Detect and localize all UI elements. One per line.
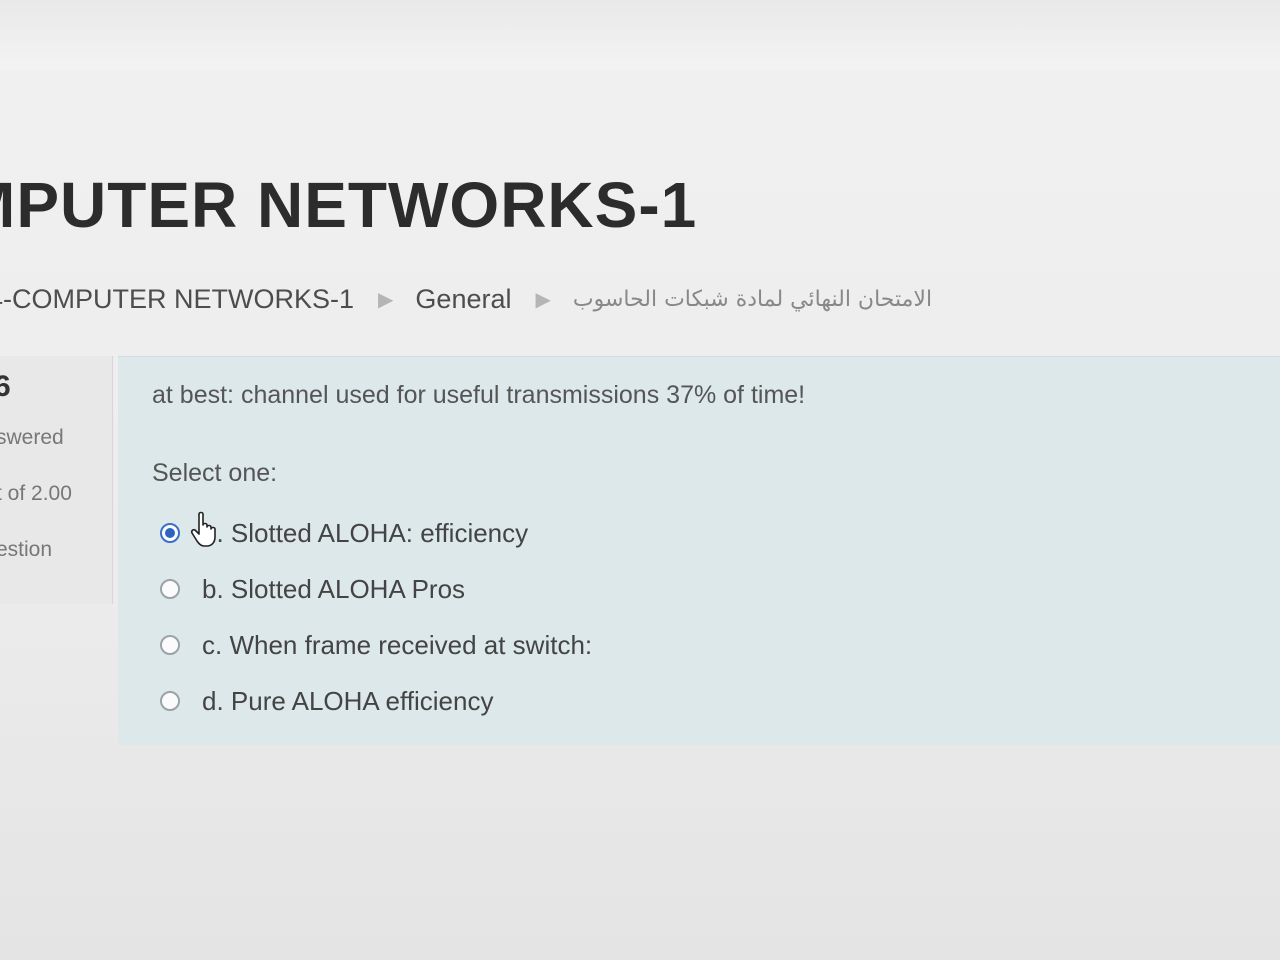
question-info-panel: 6 swered t of 2.00 estion — [0, 356, 113, 604]
breadcrumb-separator-icon: ▶ — [378, 289, 394, 311]
flag-question-link[interactable]: estion — [0, 538, 52, 562]
page-title: MPUTER NETWORKS-1 — [0, 169, 698, 241]
breadcrumb: 4-COMPUTER NETWORKS-1 ▶ General ▶ الامتح… — [0, 284, 932, 315]
radio-checked-icon[interactable] — [160, 523, 180, 543]
breadcrumb-course-link[interactable]: 4-COMPUTER NETWORKS-1 — [0, 284, 354, 315]
answer-option-a[interactable]: n. Slotted ALOHA: efficiency — [160, 505, 592, 561]
select-one-prompt: Select one: — [152, 459, 278, 487]
breadcrumb-quiz-link[interactable]: الامتحان النهائي لمادة شبكات الحاسوب — [573, 287, 932, 312]
question-grade: t of 2.00 — [0, 482, 72, 505]
answer-option-label[interactable]: b. Slotted ALOHA Pros — [202, 574, 465, 605]
answer-option-b[interactable]: b. Slotted ALOHA Pros — [160, 561, 592, 617]
browser-top-area — [0, 0, 1280, 70]
radio-unchecked-icon[interactable] — [160, 579, 180, 599]
answer-option-label[interactable]: n. Slotted ALOHA: efficiency — [202, 518, 528, 549]
breadcrumb-general-link[interactable]: General — [415, 284, 511, 315]
answer-option-d[interactable]: d. Pure ALOHA efficiency — [160, 673, 592, 729]
answer-option-label[interactable]: c. When frame received at switch: — [202, 630, 592, 661]
answer-option-c[interactable]: c. When frame received at switch: — [160, 617, 592, 673]
radio-unchecked-icon[interactable] — [160, 691, 180, 711]
answer-option-label[interactable]: d. Pure ALOHA efficiency — [202, 686, 493, 717]
radio-unchecked-icon[interactable] — [160, 635, 180, 655]
question-content-panel: at best: channel used for useful transmi… — [118, 356, 1280, 745]
question-text: at best: channel used for useful transmi… — [152, 381, 806, 409]
breadcrumb-separator-icon: ▶ — [535, 289, 551, 311]
question-number: 6 — [0, 370, 11, 403]
question-state: swered — [0, 426, 64, 449]
hand-pointer-icon — [190, 511, 216, 547]
answer-options: n. Slotted ALOHA: efficiency b. Slotted … — [160, 505, 592, 729]
